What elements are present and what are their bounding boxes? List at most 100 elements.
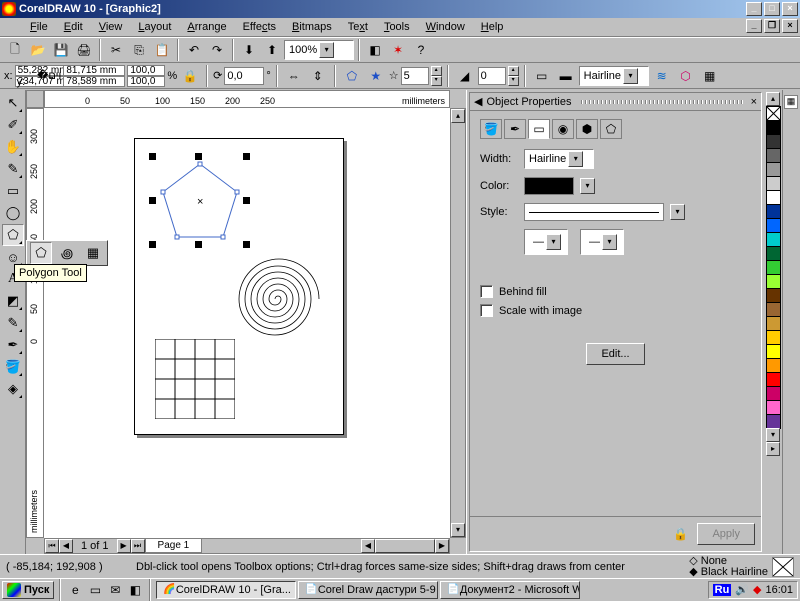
fill-preview[interactable]	[772, 557, 794, 577]
outline-width-select[interactable]: Hairline▾	[524, 149, 594, 169]
minimize-button[interactable]: _	[746, 2, 762, 16]
ellipse-tool[interactable]: ◯	[2, 202, 24, 224]
docker-titlebar[interactable]: ◀ Object Properties ×	[470, 93, 761, 111]
swatch[interactable]	[766, 288, 781, 303]
palette-down[interactable]: ▾	[766, 428, 780, 442]
flyout-spiral[interactable]: ꩜	[56, 242, 78, 264]
menu-window[interactable]: Window	[418, 19, 473, 35]
swatch[interactable]	[766, 232, 781, 247]
cut-button[interactable]: ✂	[105, 39, 127, 61]
height-field[interactable]	[63, 76, 125, 87]
task-word1[interactable]: 📄 Corel Draw дастури 5-9 - ...	[298, 581, 438, 599]
help-button[interactable]: ?	[410, 39, 432, 61]
lang-indicator[interactable]: Ru	[713, 584, 732, 596]
outline-color-picker[interactable]	[524, 177, 574, 195]
quick-outlook[interactable]: ✉	[106, 581, 124, 599]
spiral-shape[interactable]	[225, 249, 325, 349]
sharpness-field[interactable]	[478, 67, 506, 85]
import-button[interactable]: ⬇	[238, 39, 260, 61]
swatch[interactable]	[766, 120, 781, 135]
swatch[interactable]	[766, 302, 781, 317]
scale-with-image-check[interactable]: Scale with image	[480, 304, 751, 317]
next-page[interactable]: ▶	[117, 539, 131, 553]
swatch[interactable]	[766, 400, 781, 415]
doc-restore[interactable]: ❐	[764, 19, 780, 33]
copy-button[interactable]: ⎘	[128, 39, 150, 61]
swatch[interactable]	[766, 414, 781, 429]
spin-up[interactable]: ▴	[431, 66, 442, 76]
doc-minimize[interactable]: _	[746, 19, 762, 33]
quick-ie[interactable]: e	[66, 581, 84, 599]
sel-handle[interactable]	[195, 153, 202, 160]
mirror-v-button[interactable]: ⇕	[307, 65, 329, 87]
swatch[interactable]	[766, 246, 781, 261]
ruler-origin[interactable]	[26, 90, 44, 108]
save-button[interactable]: 💾	[50, 39, 72, 61]
shape-tool[interactable]: ✐	[2, 114, 24, 136]
swatch[interactable]	[766, 316, 781, 331]
redo-button[interactable]: ↷	[206, 39, 228, 61]
flyout-polygon[interactable]: ⬠	[30, 242, 52, 264]
paste-button[interactable]: 📋	[151, 39, 173, 61]
rotation-field[interactable]	[224, 67, 264, 85]
sel-handle[interactable]	[243, 197, 250, 204]
lock-button[interactable]: 🔒	[669, 523, 691, 545]
convert-button[interactable]: ⬡	[675, 65, 697, 87]
swatch[interactable]	[766, 204, 781, 219]
page-tab[interactable]: Page 1	[145, 539, 203, 553]
polygon-icon[interactable]: ⬠	[341, 65, 363, 87]
swatch[interactable]	[766, 372, 781, 387]
doc-close[interactable]: ×	[782, 19, 798, 33]
swatch[interactable]	[766, 274, 781, 289]
tab-detail[interactable]: ◉	[552, 119, 574, 139]
scale-x-field[interactable]	[127, 65, 165, 76]
freehand-tool[interactable]: ✎	[2, 158, 24, 180]
canvas[interactable]: ×	[44, 108, 450, 538]
menu-edit[interactable]: Edit	[56, 19, 91, 35]
corel-online-button[interactable]: ✶	[387, 39, 409, 61]
line-start-select[interactable]: —▾	[524, 229, 568, 255]
pentagon-shape[interactable]: ×	[155, 159, 245, 244]
app-launcher-button[interactable]: ◧	[364, 39, 386, 61]
horizontal-ruler[interactable]: 050100150200250 millimeters	[44, 90, 450, 108]
prev-page[interactable]: ◀	[59, 539, 73, 553]
wrap-button[interactable]: ≋	[651, 65, 673, 87]
interactive-fill-tool[interactable]: ◩	[2, 290, 24, 312]
first-page[interactable]: ⏮	[45, 539, 59, 553]
to-back-button[interactable]: ▬	[555, 65, 577, 87]
scroll-left[interactable]: ◀	[361, 539, 375, 553]
outline-style-select[interactable]	[524, 203, 664, 221]
scale-y-field[interactable]	[127, 76, 165, 87]
apply-button[interactable]: Apply	[697, 523, 755, 545]
menu-arrange[interactable]: Arrange	[179, 19, 234, 35]
swatch[interactable]	[766, 358, 781, 373]
last-page[interactable]: ⏭	[131, 539, 145, 553]
spin-down[interactable]: ▾	[431, 76, 442, 86]
tray-icon[interactable]: ◆	[753, 583, 761, 596]
polygon-tool[interactable]: ⬠	[2, 224, 24, 246]
sel-handle[interactable]	[243, 153, 250, 160]
rectangle-tool[interactable]: ▭	[2, 180, 24, 202]
tab-fill[interactable]: 🪣	[480, 119, 502, 139]
menu-layout[interactable]: Layout	[130, 19, 179, 35]
menu-effects[interactable]: Effects	[235, 19, 284, 35]
task-word2[interactable]: 📄 Документ2 - Microsoft W...	[440, 581, 580, 599]
lock-ratio-button[interactable]: 🔒	[179, 65, 201, 87]
start-button[interactable]: Пуск	[2, 581, 54, 599]
new-button[interactable]: 🗋	[4, 39, 26, 61]
open-button[interactable]: 📂	[27, 39, 49, 61]
swatch[interactable]	[766, 162, 781, 177]
quick-app[interactable]: ◧	[126, 581, 144, 599]
scroll-thumb[interactable]	[375, 539, 435, 553]
tab-polygon[interactable]: ⬠	[600, 119, 622, 139]
to-front-button[interactable]: ▭	[531, 65, 553, 87]
task-coreldraw[interactable]: 🌈 CorelDRAW 10 - [Gra...	[156, 581, 296, 599]
scroll-down[interactable]: ▾	[451, 523, 465, 537]
horizontal-scrollbar[interactable]: ⏮ ◀ 1 of 1 ▶ ⏭ Page 1 ◀ ▶	[44, 538, 450, 554]
swatch[interactable]	[766, 330, 781, 345]
ungroup-button[interactable]: ▦	[699, 65, 721, 87]
scroll-right[interactable]: ▶	[435, 539, 449, 553]
menu-view[interactable]: View	[91, 19, 131, 35]
dropdown-icon[interactable]: ▾	[319, 42, 334, 58]
palette-menu[interactable]: ▸	[766, 442, 780, 456]
